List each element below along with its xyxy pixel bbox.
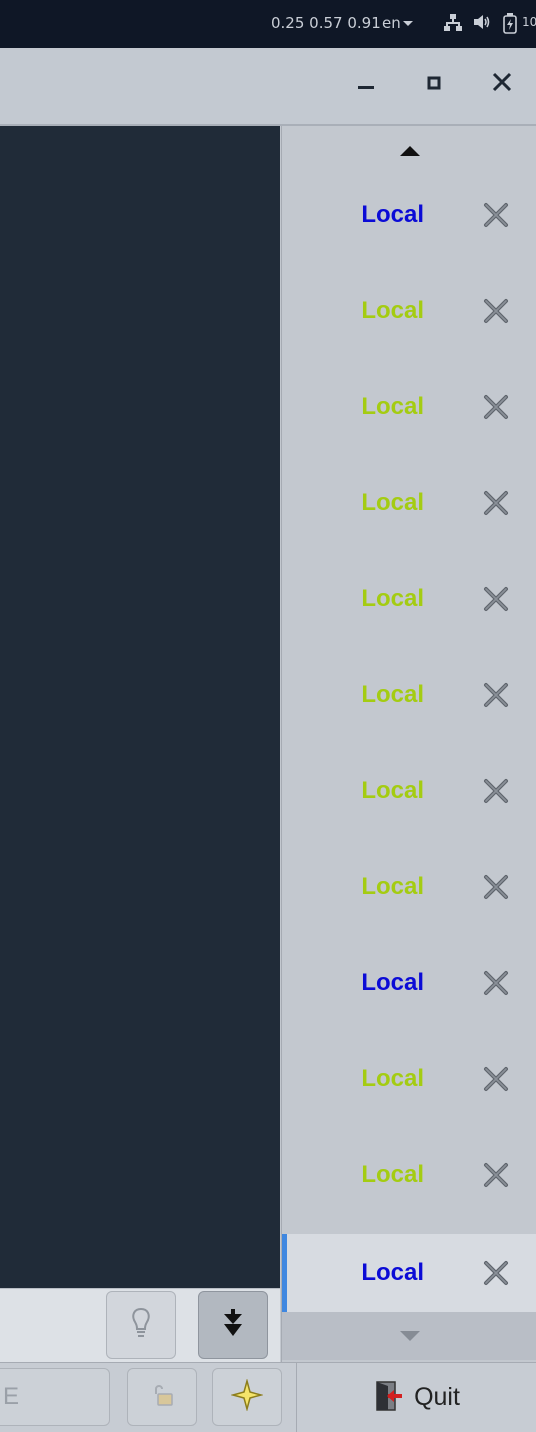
close-tab-icon[interactable] [480,199,512,231]
quit-button[interactable]: Quit [296,1363,536,1432]
terminal-view[interactable] [0,126,280,1288]
close-tab-icon[interactable] [480,391,512,423]
command-input-text: E [3,1383,20,1410]
tab-list-panel: Local Local Local Local Local Local Local Local… [281,126,536,1362]
network-icon[interactable] [444,12,462,36]
close-tab-icon[interactable] [480,967,512,999]
close-tab-icon[interactable] [480,871,512,903]
close-tab-icon[interactable] [480,583,512,615]
close-tab-icon[interactable] [480,679,512,711]
close-tab-icon[interactable] [480,1159,512,1191]
load-average: 0.25 0.57 0.91 [271,14,381,32]
tab-label: Local [361,1259,424,1286]
tab-item[interactable]: Local [282,1234,536,1312]
arrow-up-icon [399,142,420,161]
unlock-icon [149,1382,175,1412]
tab-label: Local [361,777,424,804]
tab-item[interactable]: Local [282,944,536,1022]
battery-icon[interactable] [502,12,518,38]
tab-item[interactable]: Local [282,560,536,638]
language-indicator[interactable]: en [382,14,401,32]
scroll-up-button[interactable] [282,136,536,166]
maximize-icon [427,75,441,94]
tab-item[interactable]: Local [282,272,536,350]
double-arrow-down-icon [222,1308,244,1342]
tab-label: Local [361,1065,424,1092]
scroll-down-button[interactable] [282,1312,536,1360]
tab-label: Local [361,681,424,708]
tab-label: Local [361,969,424,996]
close-icon [492,72,512,96]
tab-item[interactable]: Local [282,752,536,830]
tab-item[interactable]: Local [282,1136,536,1214]
close-tab-icon[interactable] [480,487,512,519]
window-header [0,50,536,126]
command-input[interactable]: E [0,1368,110,1426]
lightbulb-icon [129,1306,153,1344]
top-system-panel: 0.25 0.57 0.91 en 10 [0,0,536,48]
close-tab-icon[interactable] [480,1063,512,1095]
star-icon [230,1378,264,1415]
close-window-button[interactable] [482,62,522,106]
tab-label: Local [361,873,424,900]
tab-item[interactable]: Local [282,1040,536,1118]
unlock-button[interactable] [127,1368,197,1426]
tab-label: Local [361,1161,424,1188]
quit-label: Quit [414,1383,460,1411]
tab-item[interactable]: Local [282,368,536,446]
close-tab-icon[interactable] [480,775,512,807]
battery-percentage: 10 [522,15,536,29]
favorite-button[interactable] [212,1368,282,1426]
volume-icon[interactable] [472,12,492,36]
minimize-icon [357,73,375,95]
minimize-button[interactable] [346,62,386,106]
tab-label: Local [361,201,424,228]
close-tab-icon[interactable] [480,295,512,327]
hint-button[interactable] [106,1291,176,1359]
tab-item[interactable]: Local [282,656,536,734]
tab-item[interactable]: Local [282,464,536,542]
tab-item[interactable]: Local [282,176,536,254]
tab-item[interactable]: Local [282,848,536,926]
tab-label: Local [361,585,424,612]
tab-label: Local [361,393,424,420]
maximize-button[interactable] [414,62,454,106]
language-dropdown-icon[interactable] [403,21,413,26]
scroll-to-bottom-button[interactable] [198,1291,268,1359]
arrow-down-icon [399,1327,420,1346]
tab-label: Local [361,489,424,516]
tab-label: Local [361,297,424,324]
exit-icon [374,1380,406,1416]
left-toolbar [0,1288,280,1363]
close-tab-icon[interactable] [480,1257,512,1289]
bottom-bar: E Quit [0,1362,536,1432]
